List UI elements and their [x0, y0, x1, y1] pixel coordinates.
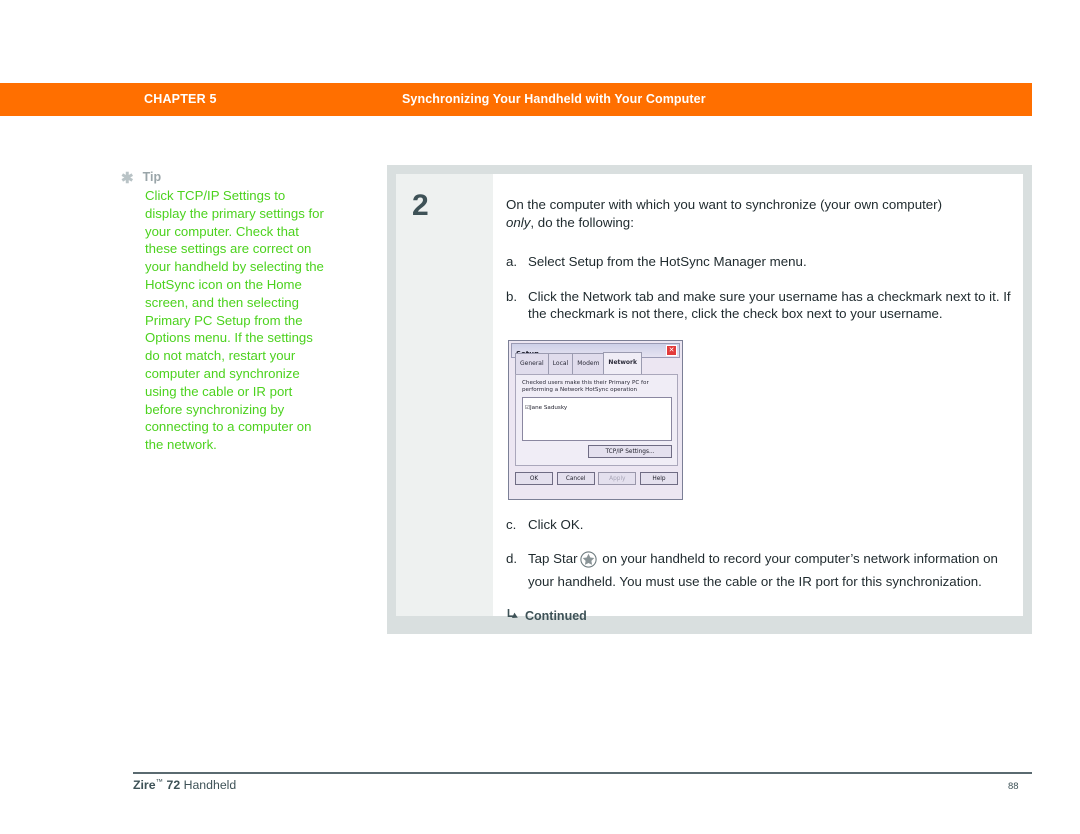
sub-step-a: a. Select Setup from the HotSync Manager… [506, 253, 1011, 271]
arrow-down-right-icon [506, 607, 519, 626]
sub-step-c-text: Click OK. [528, 516, 584, 532]
apply-button: Apply [598, 471, 637, 485]
list-item[interactable]: ☑Jane Sadusky [525, 400, 567, 418]
tip-label: Tip [142, 170, 162, 184]
sub-step-d-text-before: Tap Star [528, 551, 578, 566]
chapter-title: Synchronizing Your Handheld with Your Co… [402, 92, 706, 106]
step-number-column: 2 [396, 174, 493, 616]
step-intro-paragraph: On the computer with which you want to s… [506, 196, 1011, 231]
step-intro-line2: , do the following: [530, 214, 634, 230]
sub-step-c-marker: c. [506, 516, 517, 532]
footer-model: 72 [163, 778, 181, 793]
step-content: On the computer with which you want to s… [506, 196, 1011, 626]
step-number: 2 [412, 189, 429, 222]
content-panel-frame: 2 On the computer with which you want to… [387, 165, 1032, 634]
close-icon[interactable]: ✕ [666, 345, 677, 356]
setup-dialog-button-row: OK Cancel Apply Help [515, 471, 678, 485]
list-item-label: Jane Sadusky [530, 404, 568, 411]
sub-step-b-marker: b. [506, 288, 518, 304]
footer-product: Zire™ 72 Handheld [133, 777, 236, 792]
cancel-button[interactable]: Cancel [556, 471, 595, 485]
sub-step-a-text: Select Setup from the HotSync Manager me… [528, 254, 807, 269]
sub-step-d-text-after: on your handheld to record your computer… [528, 551, 998, 589]
chapter-label: CHAPTER 5 [144, 92, 217, 106]
footer-suffix: Handheld [180, 778, 237, 793]
sub-step-a-marker: a. [506, 254, 518, 269]
sub-step-d-marker: d. [506, 551, 518, 566]
sub-step-b-text: Click the Network tab and make sure your… [528, 288, 1011, 322]
tab-modem[interactable]: Modem [572, 352, 605, 374]
footer-product-name: Zire [133, 778, 156, 793]
sub-step-b: b. Click the Network tab and make sure y… [506, 288, 1011, 323]
tab-general[interactable]: General [515, 352, 549, 374]
footer-divider [133, 772, 1032, 774]
page-number: 88 [1008, 781, 1019, 792]
star-in-circle-icon [579, 551, 597, 573]
setup-dialog-user-list[interactable]: ☑Jane Sadusky [522, 396, 672, 441]
sub-step-d: d. Tap Star on your handheld to record y… [506, 550, 1011, 590]
tip-body-text: Click TCP/IP Settings to display the pri… [145, 188, 324, 453]
setup-dialog-screenshot: Setup ✕ General Local Modem Network Chec… [508, 339, 683, 500]
step-intro-italic: only [506, 214, 531, 230]
content-panel: 2 On the computer with which you want to… [396, 174, 1023, 623]
tcpip-settings-button[interactable]: TCP/IP Settings... [588, 444, 672, 458]
setup-dialog-network-panel: Checked users make this their Primary PC… [515, 373, 678, 466]
continued-label: Continued [525, 608, 587, 623]
setup-dialog-description: Checked users make this their Primary PC… [522, 379, 649, 393]
tip-sidebar: ✱ Tip Click TCP/IP Settings to display t… [121, 170, 324, 454]
continued-indicator: Continued [506, 607, 1011, 626]
help-button[interactable]: Help [639, 471, 678, 485]
trademark-icon: ™ [155, 777, 164, 786]
asterisk-icon: ✱ [121, 170, 134, 187]
tip-header: ✱ Tip [121, 170, 317, 186]
sub-step-c: c. Click OK. [506, 516, 1011, 534]
step-intro-line1: On the computer with which you want to s… [506, 197, 943, 212]
page-header-bar: CHAPTER 5 Synchronizing Your Handheld wi… [0, 83, 1032, 116]
ok-button[interactable]: OK [515, 471, 553, 485]
tab-local[interactable]: Local [547, 352, 574, 374]
tab-network[interactable]: Network [603, 351, 642, 374]
